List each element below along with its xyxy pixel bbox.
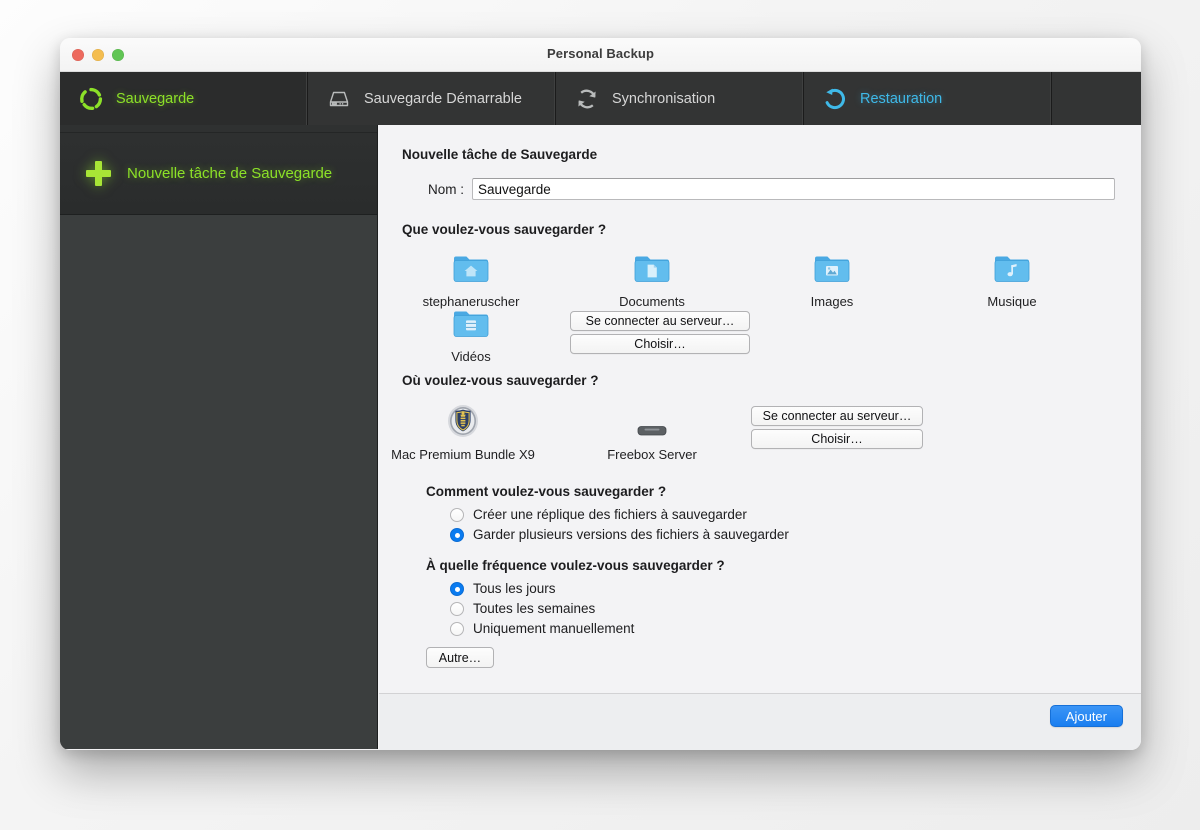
name-label: Nom : — [402, 182, 464, 197]
source-item-images[interactable]: Images — [757, 253, 907, 309]
documents-folder-icon — [577, 253, 727, 290]
hard-drive-icon — [326, 86, 352, 112]
network-device-icon — [577, 404, 727, 443]
radio-icon[interactable] — [450, 508, 464, 522]
sync-arrows-icon — [574, 86, 600, 112]
source-choose-button[interactable]: Choisir… — [570, 334, 750, 354]
how-heading: Comment voulez-vous sauvegarder ? — [426, 484, 1115, 499]
tab-restauration[interactable]: Restauration — [804, 72, 1052, 125]
frequency-option-weekly[interactable]: Toutes les semaines — [450, 601, 1115, 616]
frequency-option-daily[interactable]: Tous les jours — [450, 581, 1115, 596]
source-item-documents[interactable]: Documents — [577, 253, 727, 309]
how-option-replica[interactable]: Créer une réplique des fichiers à sauveg… — [450, 507, 1115, 522]
source-label: Images — [757, 294, 907, 309]
frequency-option-label: Toutes les semaines — [473, 601, 595, 616]
how-option-label: Créer une réplique des fichiers à sauveg… — [473, 507, 747, 522]
destination-choose-button[interactable]: Choisir… — [751, 429, 923, 449]
frequency-option-label: Uniquement manuellement — [473, 621, 634, 636]
how-option-versions[interactable]: Garder plusieurs versions des fichiers à… — [450, 527, 1115, 542]
source-item-music[interactable]: Musique — [937, 253, 1087, 309]
source-item-videos[interactable]: Vidéos — [396, 308, 546, 364]
window-titlebar: Personal Backup — [60, 38, 1141, 72]
tabbar-filler — [1052, 72, 1141, 125]
window-title: Personal Backup — [60, 46, 1141, 61]
tab-sauvegarde-demarrable[interactable]: Sauvegarde Démarrable — [308, 72, 556, 125]
tab-label: Sauvegarde — [116, 91, 194, 107]
destination-label: Mac Premium Bundle X9 — [388, 447, 538, 462]
frequency-heading: À quelle fréquence voulez-vous sauvegard… — [426, 558, 1115, 573]
frequency-option-manual[interactable]: Uniquement manuellement — [450, 621, 1115, 636]
disk-shield-icon — [388, 404, 538, 443]
plus-icon — [86, 161, 111, 186]
new-task-label: Nouvelle tâche de Sauvegarde — [127, 165, 332, 182]
tasks-sidebar: Nouvelle tâche de Sauvegarde — [60, 125, 378, 749]
movies-folder-icon — [396, 308, 546, 345]
frequency-radio-group: Tous les jours Toutes les semaines Uniqu… — [450, 581, 1115, 636]
add-button[interactable]: Ajouter — [1050, 705, 1123, 727]
source-connect-server-button[interactable]: Se connecter au serveur… — [570, 311, 750, 331]
how-option-label: Garder plusieurs versions des fichiers à… — [473, 527, 789, 542]
radio-icon[interactable] — [450, 602, 464, 616]
source-label: Musique — [937, 294, 1087, 309]
destinations-grid: Mac Premium Bundle X9 Freebox Server — [402, 392, 1115, 476]
source-label: stephaneruscher — [396, 294, 546, 309]
radio-icon-selected[interactable] — [450, 582, 464, 596]
restore-arrow-icon — [822, 86, 848, 112]
destination-label: Freebox Server — [577, 447, 727, 462]
tab-sauvegarde[interactable]: Sauvegarde — [60, 72, 308, 125]
tab-label: Restauration — [860, 91, 942, 107]
destination-item-network[interactable]: Freebox Server — [577, 404, 727, 462]
form-footer: Ajouter — [379, 693, 1141, 750]
screen: Personal Backup Sauvegarde — [0, 0, 1200, 830]
destination-item-disk[interactable]: Mac Premium Bundle X9 — [388, 404, 538, 462]
home-folder-icon — [396, 253, 546, 290]
main-tabbar: Sauvegarde Sauvegarde Démarrable — [60, 72, 1141, 125]
window-body: Nouvelle tâche de Sauvegarde Nouvelle tâ… — [60, 125, 1141, 749]
app-window: Personal Backup Sauvegarde — [60, 38, 1141, 750]
frequency-option-label: Tous les jours — [473, 581, 556, 596]
where-heading: Où voulez-vous sauvegarder ? — [402, 373, 1115, 388]
sidebar-item-new-task[interactable]: Nouvelle tâche de Sauvegarde — [60, 133, 377, 215]
how-radio-group: Créer une réplique des fichiers à sauveg… — [450, 507, 1115, 542]
radio-icon-selected[interactable] — [450, 528, 464, 542]
tab-synchronisation[interactable]: Synchronisation — [556, 72, 804, 125]
what-heading: Que voulez-vous sauvegarder ? — [402, 222, 1115, 237]
destination-connect-server-button[interactable]: Se connecter au serveur… — [751, 406, 923, 426]
music-folder-icon — [937, 253, 1087, 290]
tab-label: Synchronisation — [612, 91, 715, 107]
sidebar-empty-list — [60, 215, 377, 749]
backup-ring-icon — [78, 86, 104, 112]
sources-grid: stephaneruscher — [402, 253, 1115, 363]
source-item-home[interactable]: stephaneruscher — [396, 253, 546, 309]
tab-label: Sauvegarde Démarrable — [364, 91, 522, 107]
task-form-pane: Nouvelle tâche de Sauvegarde Nom : Que v… — [378, 125, 1141, 749]
source-label: Vidéos — [396, 349, 546, 364]
other-frequency-button[interactable]: Autre… — [426, 647, 494, 668]
sidebar-top-edge — [60, 125, 377, 133]
name-input[interactable] — [472, 178, 1115, 200]
form-title: Nouvelle tâche de Sauvegarde — [402, 147, 1115, 162]
source-label: Documents — [577, 294, 727, 309]
radio-icon[interactable] — [450, 622, 464, 636]
name-row: Nom : — [402, 178, 1115, 200]
pictures-folder-icon — [757, 253, 907, 290]
